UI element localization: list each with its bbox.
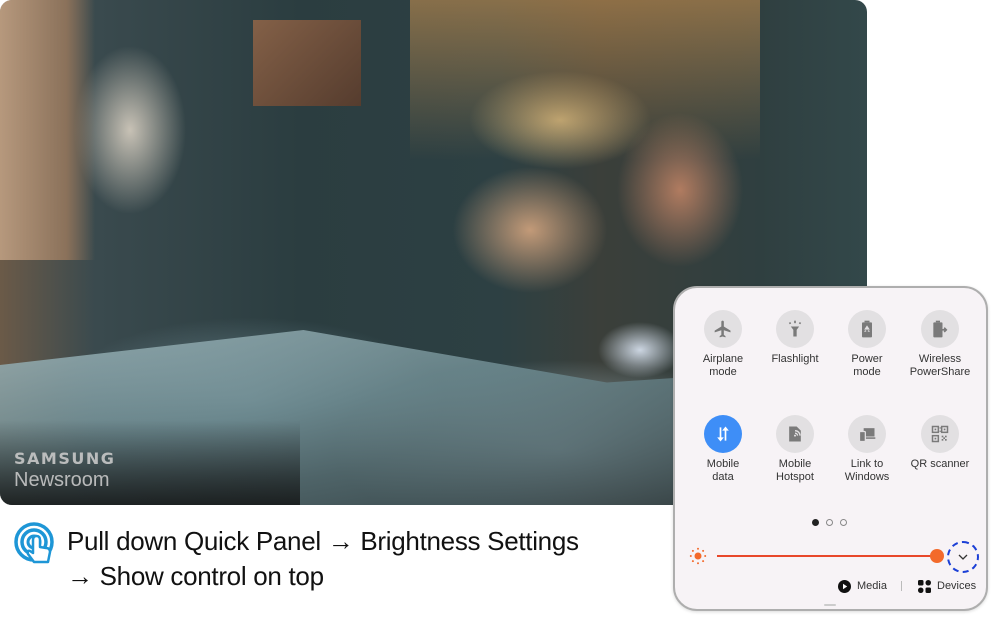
brightness-control xyxy=(687,541,982,573)
tile-mobile-hotspot-button[interactable] xyxy=(776,415,814,453)
mobile-data-arrows-icon xyxy=(717,426,729,442)
link-to-windows-icon xyxy=(858,428,876,443)
chevron-down-icon xyxy=(958,554,968,560)
devices-grid-icon xyxy=(918,579,931,593)
tile-label: mode xyxy=(853,366,881,378)
tile-link-to-windows-button[interactable] xyxy=(848,415,886,453)
tile-label: Windows xyxy=(844,471,890,483)
tile-wireless-powershare-button[interactable] xyxy=(921,310,959,348)
tile-label: Flashlight xyxy=(771,353,819,365)
photo-wall-frame xyxy=(253,20,361,106)
tile-label: Mobile xyxy=(706,458,740,470)
play-icon xyxy=(838,579,851,593)
airplane-icon xyxy=(714,320,731,338)
tile-label: Power xyxy=(851,353,883,365)
tile-label: data xyxy=(712,471,734,483)
tile-power-mode[interactable]: Power mode xyxy=(827,310,907,379)
tile-label: Wireless xyxy=(918,353,962,365)
wireless-powershare-icon xyxy=(933,320,948,338)
tile-label: PowerShare xyxy=(909,366,971,378)
tile-airplane-mode[interactable]: Airplane mode xyxy=(683,310,763,379)
watermark-sub: Newsroom xyxy=(14,469,110,491)
tile-mobile-data[interactable]: Mobile data xyxy=(683,415,763,484)
tile-qr-scanner-button[interactable] xyxy=(921,415,959,453)
power-mode-battery-icon xyxy=(862,320,872,338)
footer-divider xyxy=(901,581,902,591)
tile-flashlight[interactable]: Flashlight xyxy=(755,310,835,366)
qr-scanner-icon xyxy=(931,425,949,443)
media-label: Media xyxy=(857,580,887,592)
devices-button[interactable]: Devices xyxy=(918,578,976,594)
tile-label: QR scanner xyxy=(910,458,970,470)
caption-line-1: Pull down Quick Panel → Brightness Setti… xyxy=(67,526,579,556)
photo-shelf-glow xyxy=(410,0,760,160)
page-dot-3[interactable] xyxy=(840,519,847,526)
page-indicator xyxy=(812,519,847,526)
mobile-hotspot-icon xyxy=(789,426,801,442)
samsung-newsroom-watermark: SAMSUNG Newsroom xyxy=(14,450,115,492)
tile-link-to-windows[interactable]: Link to Windows xyxy=(827,415,907,484)
tile-label: Link to xyxy=(850,458,884,470)
tile-flashlight-button[interactable] xyxy=(776,310,814,348)
caption-line-2: → Show control on top xyxy=(67,561,324,591)
page-dot-1[interactable] xyxy=(812,519,819,526)
tile-wireless-powershare[interactable]: Wireless PowerShare xyxy=(900,310,980,379)
watermark-brand: SAMSUNG xyxy=(14,449,116,468)
panel-drag-handle[interactable] xyxy=(824,604,836,606)
sun-icon xyxy=(689,547,707,565)
page-dot-2[interactable] xyxy=(826,519,833,526)
tap-gesture-icon xyxy=(14,522,54,564)
flashlight-icon xyxy=(788,320,802,337)
tile-label: mode xyxy=(709,366,737,378)
tile-label: Hotspot xyxy=(776,471,814,483)
brightness-slider-thumb[interactable] xyxy=(930,549,944,563)
devices-label: Devices xyxy=(937,580,977,592)
tile-mobile-hotspot[interactable]: Mobile Hotspot xyxy=(755,415,835,484)
tile-label: Mobile xyxy=(778,458,812,470)
brightness-expand-button[interactable] xyxy=(947,541,979,573)
tile-mobile-data-button[interactable] xyxy=(704,415,742,453)
tile-qr-scanner[interactable]: QR scanner xyxy=(900,415,980,471)
tile-power-mode-button[interactable] xyxy=(848,310,886,348)
quick-panel: Airplane mode Flashlight Power mode Wirele… xyxy=(673,286,988,611)
brightness-slider-track[interactable] xyxy=(717,555,939,557)
photo-window-light xyxy=(0,0,95,260)
tile-label: Airplane xyxy=(702,353,744,365)
tile-airplane-mode-button[interactable] xyxy=(704,310,742,348)
media-button[interactable]: Media xyxy=(838,578,887,594)
